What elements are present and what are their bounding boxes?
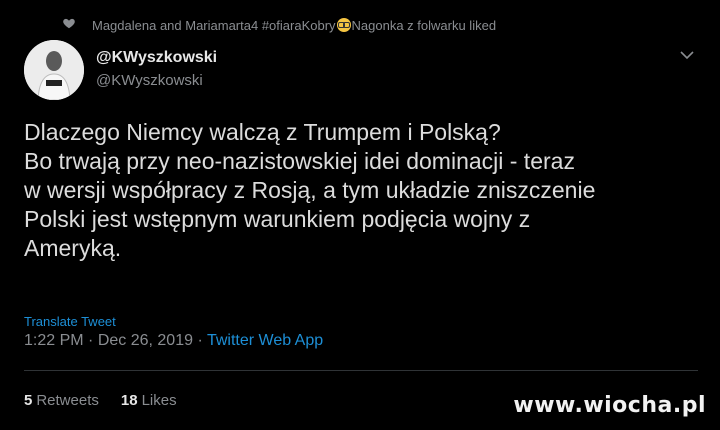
author-name[interactable]: @KWyszkowski <box>96 49 217 67</box>
tweet-time[interactable]: 1:22 PM <box>24 332 84 349</box>
source-app-link[interactable]: Twitter Web App <box>207 332 323 349</box>
nerd-face-emoji-icon <box>336 18 351 32</box>
tweet-line: Dlaczego Niemcy walczą z Trumpem i Polsk… <box>24 119 501 145</box>
tweet-line: Polski jest wstępnym warunkiem podjęcia … <box>24 206 531 232</box>
tweet-text: Dlaczego Niemcy walczą z Trumpem i Polsk… <box>24 118 704 263</box>
tweet-line: w wersji współpracy z Rosją, a tym układ… <box>24 177 596 203</box>
likes-label: Likes <box>141 392 177 409</box>
retweets-stat[interactable]: 5 Retweets <box>24 392 99 409</box>
retweets-count: 5 <box>24 392 33 409</box>
tweet-date[interactable]: Dec 26, 2019 <box>98 332 193 349</box>
social-context-before: Magdalena and Mariamarta4 #ofiaraKobry <box>92 17 336 33</box>
likes-count: 18 <box>120 392 138 409</box>
tweet-line: Ameryką. <box>24 235 122 261</box>
tweet-meta: 1:22 PM · Dec 26, 2019 · Twitter Web App <box>24 332 323 350</box>
likes-stat[interactable]: 18 Likes <box>121 392 177 409</box>
retweets-label: Retweets <box>36 392 99 409</box>
watermark: www.wiocha.pl <box>513 393 706 418</box>
translate-tweet-link[interactable]: Translate Tweet <box>24 314 116 329</box>
chevron-down-icon[interactable] <box>678 48 696 62</box>
meta-separator: · <box>83 332 98 349</box>
avatar[interactable] <box>24 40 84 100</box>
social-context: Magdalena and Mariamarta4 #ofiaraKobry N… <box>63 15 496 35</box>
tweet-stats: 5 Retweets 18 Likes <box>24 392 177 409</box>
social-context-after: Nagonka z folwarku liked <box>351 17 497 33</box>
heart-icon <box>63 18 75 29</box>
meta-separator: · <box>193 332 207 349</box>
avatar-image <box>24 40 84 100</box>
social-context-text[interactable]: Magdalena and Mariamarta4 #ofiaraKobry N… <box>92 18 496 33</box>
author-handle[interactable]: @KWyszkowski <box>96 72 203 89</box>
divider <box>24 370 698 371</box>
tweet-line: Bo trwają przy neo-nazistowskiej idei do… <box>24 148 575 174</box>
